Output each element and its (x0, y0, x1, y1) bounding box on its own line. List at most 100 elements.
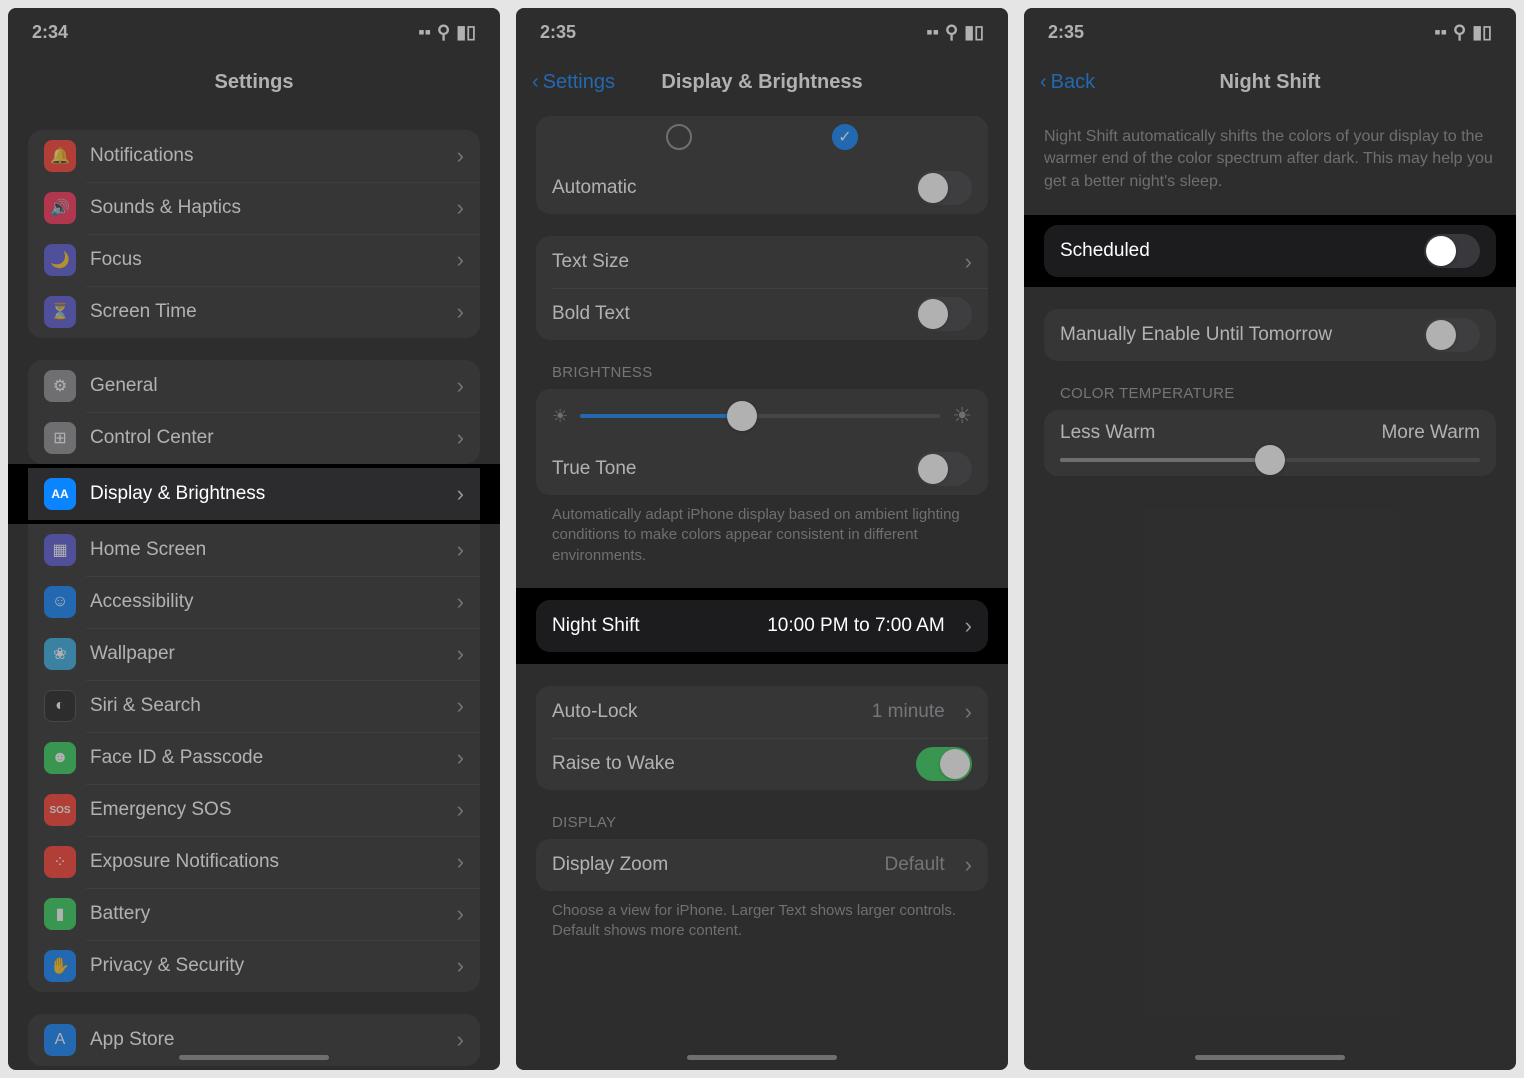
row-accessibility[interactable]: ☺Accessibility› (28, 576, 480, 628)
nav-bar: Settings (8, 56, 500, 108)
brightness-slider[interactable] (580, 414, 940, 418)
cellular-icon: ▪▪ (1434, 22, 1447, 43)
display-brightness-screen: 2:35 ▪▪ ⚲ ▮▯ ‹Settings Display & Brightn… (516, 8, 1008, 1070)
chevron-right-icon: › (457, 425, 464, 451)
settings-group-2: ⚙︎General› ⊞Control Center› (28, 360, 480, 464)
row-exposure[interactable]: ⁘Exposure Notifications› (28, 836, 480, 888)
color-temp-slider-row (1044, 444, 1496, 476)
chevron-right-icon: › (965, 699, 972, 725)
row-scheduled[interactable]: Scheduled (1044, 225, 1496, 277)
color-temp-group: Less Warm More Warm (1044, 410, 1496, 476)
face-icon: ☻ (44, 742, 76, 774)
row-home-screen[interactable]: ▦Home Screen› (28, 524, 480, 576)
row-focus[interactable]: 🌙Focus› (28, 234, 480, 286)
chevron-right-icon: › (457, 849, 464, 875)
gear-icon: ⚙︎ (44, 370, 76, 402)
night-shift-screen: 2:35 ▪▪ ⚲ ▮▯ ‹Back Night Shift Night Shi… (1024, 8, 1516, 1070)
row-emergency-sos[interactable]: SOSEmergency SOS› (28, 784, 480, 836)
row-battery[interactable]: ▮Battery› (28, 888, 480, 940)
row-sounds[interactable]: 🔊Sounds & Haptics› (28, 182, 480, 234)
wifi-icon: ⚲ (437, 22, 450, 43)
row-manual-enable[interactable]: Manually Enable Until Tomorrow (1044, 309, 1496, 361)
color-temp-header: COLOR TEMPERATURE (1060, 385, 1480, 402)
true-tone-toggle[interactable] (916, 452, 972, 486)
row-face-id[interactable]: ☻Face ID & Passcode› (28, 732, 480, 784)
row-privacy[interactable]: ✋Privacy & Security› (28, 940, 480, 992)
row-night-shift[interactable]: Night Shift10:00 PM to 7:00 AM› (536, 600, 988, 652)
manual-toggle[interactable] (1424, 318, 1480, 352)
temp-labels: Less Warm More Warm (1044, 410, 1496, 444)
less-warm-label: Less Warm (1060, 422, 1155, 444)
status-time: 2:35 (1048, 22, 1084, 43)
bold-text-toggle[interactable] (916, 297, 972, 331)
manual-group: Manually Enable Until Tomorrow (1044, 309, 1496, 361)
aa-icon: AA (44, 478, 76, 510)
status-icons: ▪▪ ⚲ ▮▯ (418, 22, 476, 43)
night-shift-group: Night Shift10:00 PM to 7:00 AM› (536, 600, 988, 652)
sos-icon: SOS (44, 794, 76, 826)
row-siri[interactable]: ◐Siri & Search› (28, 680, 480, 732)
true-tone-footer: Automatically adapt iPhone display based… (552, 505, 972, 566)
chevron-right-icon: › (457, 195, 464, 221)
page-title: Display & Brightness (661, 71, 862, 94)
wifi-icon: ⚲ (1453, 22, 1466, 43)
home-indicator[interactable] (1195, 1055, 1345, 1060)
settings-group-1: 🔔Notifications› 🔊Sounds & Haptics› 🌙Focu… (28, 130, 480, 338)
home-indicator[interactable] (179, 1055, 329, 1060)
raise-to-wake-toggle[interactable] (916, 747, 972, 781)
row-bold-text[interactable]: Bold Text (536, 288, 988, 340)
status-bar: 2:35 ▪▪ ⚲ ▮▯ (1024, 8, 1516, 56)
chevron-left-icon: ‹ (1040, 71, 1047, 94)
status-bar: 2:34 ▪▪ ⚲ ▮▯ (8, 8, 500, 56)
row-wallpaper[interactable]: ❀Wallpaper› (28, 628, 480, 680)
row-auto-lock[interactable]: Auto-Lock1 minute› (536, 686, 988, 738)
chevron-left-icon: ‹ (532, 71, 539, 94)
display-zoom-group: Display ZoomDefault› (536, 839, 988, 891)
chevron-right-icon: › (457, 481, 464, 507)
row-raise-to-wake[interactable]: Raise to Wake (536, 738, 988, 790)
appearance-group: ✓ Automatic (536, 116, 988, 214)
nav-bar: ‹Settings Display & Brightness (516, 56, 1008, 108)
row-control-center[interactable]: ⊞Control Center› (28, 412, 480, 464)
light-mode-radio[interactable] (666, 124, 692, 150)
scheduled-toggle[interactable] (1424, 234, 1480, 268)
row-text-size[interactable]: Text Size› (536, 236, 988, 288)
display-header: DISPLAY (552, 814, 972, 831)
hourglass-icon: ⏳ (44, 296, 76, 328)
sun-high-icon: ☀︎ (952, 403, 972, 429)
wifi-icon: ⚲ (945, 22, 958, 43)
row-display-zoom[interactable]: Display ZoomDefault› (536, 839, 988, 891)
brightness-slider-row: ☀︎ ☀︎ (536, 389, 988, 443)
status-time: 2:34 (32, 22, 68, 43)
battery-icon: ▮▯ (1472, 22, 1492, 43)
back-button[interactable]: ‹Settings (532, 71, 615, 94)
row-display-brightness[interactable]: AADisplay & Brightness› (28, 468, 480, 520)
accessibility-icon: ☺ (44, 586, 76, 618)
flower-icon: ❀ (44, 638, 76, 670)
chevron-right-icon: › (457, 901, 464, 927)
display-zoom-footer: Choose a view for iPhone. Larger Text sh… (552, 901, 972, 942)
status-icons: ▪▪ ⚲ ▮▯ (1434, 22, 1492, 43)
row-true-tone[interactable]: True Tone (536, 443, 988, 495)
automatic-toggle[interactable] (916, 171, 972, 205)
settings-group-2b: ▦Home Screen› ☺Accessibility› ❀Wallpaper… (28, 524, 480, 992)
chevron-right-icon: › (457, 953, 464, 979)
dark-mode-radio[interactable]: ✓ (832, 124, 858, 150)
row-automatic[interactable]: Automatic (536, 162, 988, 214)
brightness-group: ☀︎ ☀︎ True Tone (536, 389, 988, 495)
battery-icon: ▮▯ (456, 22, 476, 43)
chevron-right-icon: › (965, 249, 972, 275)
appstore-icon: A (44, 1024, 76, 1056)
row-general[interactable]: ⚙︎General› (28, 360, 480, 412)
sun-low-icon: ☀︎ (552, 406, 568, 427)
back-button[interactable]: ‹Back (1040, 71, 1095, 94)
color-temp-slider[interactable] (1060, 458, 1480, 462)
chevron-right-icon: › (457, 373, 464, 399)
row-screen-time[interactable]: ⏳Screen Time› (28, 286, 480, 338)
chevron-right-icon: › (965, 852, 972, 878)
text-group: Text Size› Bold Text (536, 236, 988, 340)
chevron-right-icon: › (457, 589, 464, 615)
cellular-icon: ▪▪ (418, 22, 431, 43)
row-notifications[interactable]: 🔔Notifications› (28, 130, 480, 182)
home-indicator[interactable] (687, 1055, 837, 1060)
